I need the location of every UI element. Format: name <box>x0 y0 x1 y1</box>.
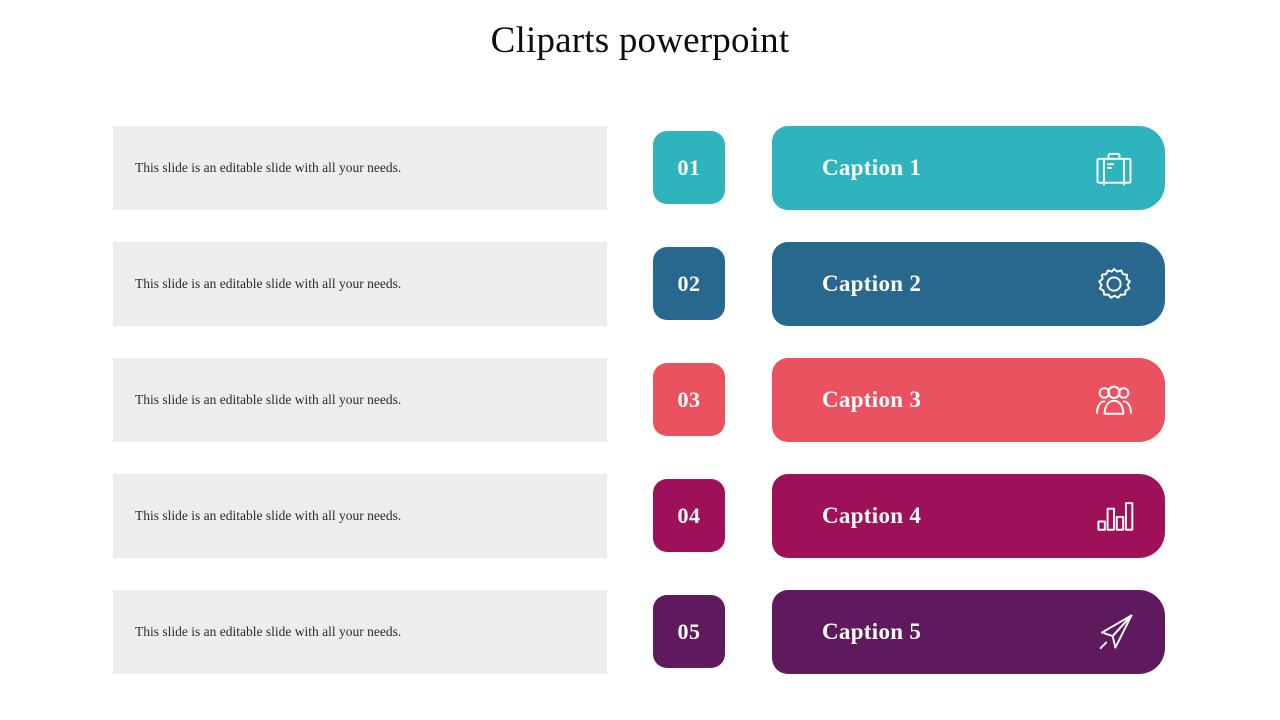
caption-bar-2[interactable]: Caption 2 <box>772 242 1165 326</box>
briefcase-icon <box>1091 145 1137 191</box>
caption-bar-3[interactable]: Caption 3 <box>772 358 1165 442</box>
list-item: This slide is an editable slide with all… <box>0 474 1280 558</box>
list-item: This slide is an editable slide with all… <box>0 242 1280 326</box>
description-block-4: This slide is an editable slide with all… <box>113 474 607 558</box>
number-badge-5[interactable]: 05 <box>653 595 725 668</box>
number-badge-2[interactable]: 02 <box>653 247 725 320</box>
number-badge-1[interactable]: 01 <box>653 131 725 204</box>
number-badge-4[interactable]: 04 <box>653 479 725 552</box>
description-block-5: This slide is an editable slide with all… <box>113 590 607 674</box>
number-badge-3[interactable]: 03 <box>653 363 725 436</box>
paper-plane-icon <box>1091 609 1137 655</box>
caption-label: Caption 5 <box>822 619 922 644</box>
caption-label: Caption 3 <box>822 387 922 412</box>
page-title: Cliparts powerpoint <box>490 20 790 61</box>
description-text: This slide is an editable slide with all… <box>135 160 402 175</box>
caption-bar-1[interactable]: Caption 1 <box>772 126 1165 210</box>
gear-icon <box>1091 261 1137 307</box>
description-block-1: This slide is an editable slide with all… <box>113 126 607 210</box>
list-item: This slide is an editable slide with all… <box>0 590 1280 674</box>
list-item: This slide is an editable slide with all… <box>0 126 1280 210</box>
caption-label: Caption 1 <box>822 155 922 180</box>
description-text: This slide is an editable slide with all… <box>135 392 402 407</box>
caption-bar-5[interactable]: Caption 5 <box>772 590 1165 674</box>
bar-chart-icon <box>1091 493 1137 539</box>
caption-label: Caption 2 <box>822 271 922 296</box>
users-group-icon <box>1091 377 1137 423</box>
description-text: This slide is an editable slide with all… <box>135 624 402 639</box>
description-block-2: This slide is an editable slide with all… <box>113 242 607 326</box>
rows-container: This slide is an editable slide with all… <box>0 126 1280 674</box>
list-item: This slide is an editable slide with all… <box>0 358 1280 442</box>
caption-label: Caption 4 <box>822 503 922 528</box>
caption-bar-4[interactable]: Caption 4 <box>772 474 1165 558</box>
description-text: This slide is an editable slide with all… <box>135 276 402 291</box>
description-block-3: This slide is an editable slide with all… <box>113 358 607 442</box>
description-text: This slide is an editable slide with all… <box>135 508 402 523</box>
